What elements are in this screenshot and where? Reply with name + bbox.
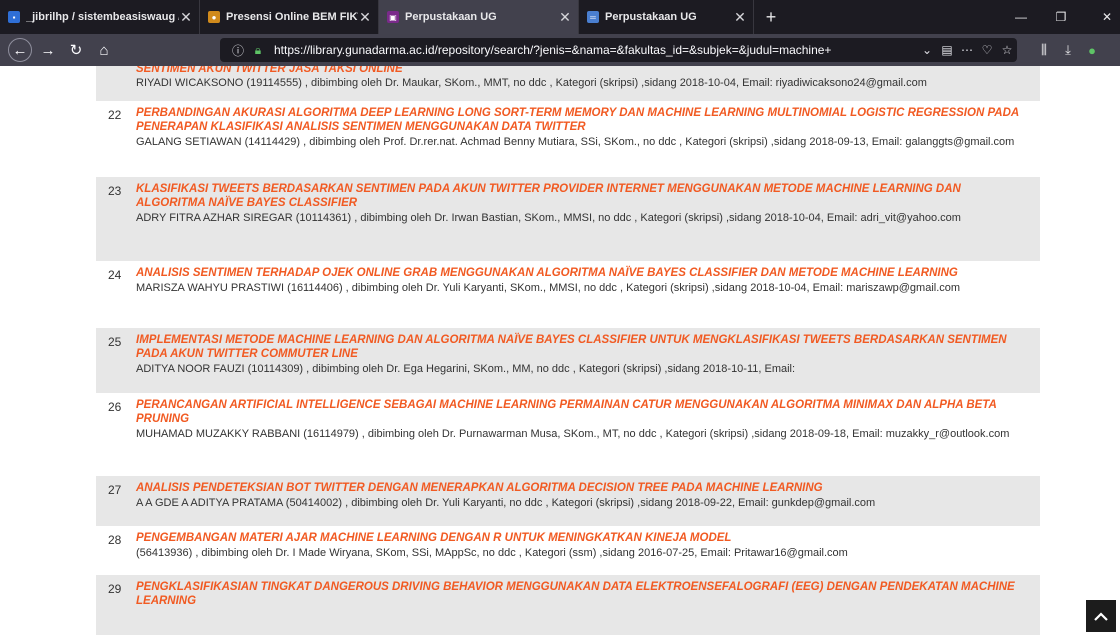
browser-tab-active[interactable]: ▣ Perpustakaan UG ✕: [379, 0, 579, 34]
chevron-up-icon: [1094, 612, 1108, 621]
result-info: ADRY FITRA AZHAR SIREGAR (10114361) , di…: [136, 212, 961, 224]
list-item: 24 ANALISIS SENTIMEN TERHADAP OJEK ONLIN…: [96, 261, 1040, 328]
search-results-list: SENTIMEN AKUN TWITTER JASA TAKSI ONLINE …: [96, 66, 1040, 635]
result-info: ADITYA NOOR FAUZI (10114309) , dibimbing…: [136, 363, 796, 375]
close-tab-icon[interactable]: ✕: [733, 9, 747, 26]
tab-title: Perpustakaan UG: [405, 11, 497, 23]
result-number: 26: [108, 400, 122, 414]
new-tab-icon[interactable]: +: [754, 0, 788, 34]
result-title-link[interactable]: KLASIFIKASI TWEETS BERDASARKAN SENTIMEN …: [136, 182, 1030, 210]
result-title-link[interactable]: PENGKLASIFIKASIAN TINGKAT DANGEROUS DRIV…: [136, 580, 1030, 608]
reload-icon[interactable]: ↻: [64, 38, 88, 62]
browser-tab[interactable]: ═ Perpustakaan UG ✕: [579, 0, 754, 34]
result-number: 23: [108, 184, 122, 198]
page-content: SENTIMEN AKUN TWITTER JASA TAKSI ONLINE …: [0, 66, 1120, 635]
tab-favicon: ▪: [8, 11, 20, 23]
bookmark-star-icon[interactable]: ☆: [997, 43, 1017, 57]
maximize-icon[interactable]: ❐: [1044, 0, 1078, 34]
back-arrow-icon[interactable]: ←: [8, 38, 32, 62]
result-title-link[interactable]: ANALISIS PENDETEKSIAN BOT TWITTER DENGAN…: [136, 481, 1030, 495]
result-number: 25: [108, 335, 122, 349]
result-title-link[interactable]: SENTIMEN AKUN TWITTER JASA TAKSI ONLINE: [136, 66, 1030, 73]
tab-favicon: ▣: [387, 11, 399, 23]
list-item: 26 PERANCANGAN ARTIFICIAL INTELLIGENCE S…: [96, 393, 1040, 476]
home-icon[interactable]: ⌂: [92, 38, 116, 62]
result-number: 28: [108, 533, 122, 547]
close-tab-icon[interactable]: ✕: [179, 9, 193, 26]
dropdown-chevron-icon[interactable]: ⌄: [917, 43, 937, 57]
extension-icon[interactable]: ●: [1082, 43, 1102, 58]
library-icon[interactable]: ⫼: [1034, 42, 1054, 58]
page-actions-icon[interactable]: ⋯: [957, 43, 977, 57]
result-title-link[interactable]: PERANCANGAN ARTIFICIAL INTELLIGENCE SEBA…: [136, 398, 1030, 426]
close-window-icon[interactable]: ✕: [1090, 0, 1120, 34]
address-bar[interactable]: ⓘ 🔒︎ https://library.gunadarma.ac.id/rep…: [220, 38, 1017, 62]
result-info: A A GDE A ADITYA PRATAMA (50414002) , di…: [136, 497, 876, 509]
lock-icon[interactable]: 🔒︎: [248, 43, 268, 58]
result-number: 29: [108, 582, 122, 596]
minimize-icon[interactable]: —: [1004, 0, 1038, 34]
result-title-link[interactable]: PERBANDINGAN AKURASI ALGORITMA DEEP LEAR…: [136, 106, 1030, 134]
result-info: MUHAMAD MUZAKKY RABBANI (16114979) , dib…: [136, 428, 1010, 440]
list-item: 23 KLASIFIKASI TWEETS BERDASARKAN SENTIM…: [96, 177, 1040, 261]
list-item: 25 IMPLEMENTASI METODE MACHINE LEARNING …: [96, 328, 1040, 393]
result-title-link[interactable]: PENGEMBANGAN MATERI AJAR MACHINE LEARNIN…: [136, 531, 1030, 545]
pocket-icon[interactable]: ♡: [977, 43, 997, 57]
browser-tab[interactable]: ▪ _jibrilhp / sistembeasiswaug / ✕: [0, 0, 200, 34]
tab-favicon: ═: [587, 11, 599, 23]
downloads-icon[interactable]: ⤓: [1058, 42, 1078, 58]
result-number: 22: [108, 108, 122, 122]
list-item: 29 PENGKLASIFIKASIAN TINGKAT DANGEROUS D…: [96, 575, 1040, 635]
browser-tab[interactable]: ● Presensi Online BEM FIKTI ✕: [200, 0, 379, 34]
tab-title: Presensi Online BEM FIKTI: [226, 11, 358, 23]
tab-title: Perpustakaan UG: [605, 11, 697, 23]
result-title-link[interactable]: ANALISIS SENTIMEN TERHADAP OJEK ONLINE G…: [136, 266, 1030, 280]
result-title-link[interactable]: IMPLEMENTASI METODE MACHINE LEARNING DAN…: [136, 333, 1030, 361]
result-info: MARISZA WAHYU PRASTIWI (16114406) , dibi…: [136, 282, 961, 294]
tab-favicon: ●: [208, 11, 220, 23]
result-info: RIYADI WICAKSONO (19114555) , dibimbing …: [136, 77, 927, 89]
reader-view-icon[interactable]: ▤: [937, 43, 957, 57]
result-number: 24: [108, 268, 122, 282]
list-item: 22 PERBANDINGAN AKURASI ALGORITMA DEEP L…: [96, 101, 1040, 177]
list-item: 27 ANALISIS PENDETEKSIAN BOT TWITTER DEN…: [96, 476, 1040, 526]
tab-strip: ▪ _jibrilhp / sistembeasiswaug / ✕ ● Pre…: [0, 0, 1120, 34]
result-info: GALANG SETIAWAN (14114429) , dibimbing o…: [136, 136, 1015, 148]
url-text[interactable]: https://library.gunadarma.ac.id/reposito…: [274, 43, 917, 57]
tab-title: _jibrilhp / sistembeasiswaug /: [26, 11, 179, 23]
close-tab-icon[interactable]: ✕: [558, 9, 572, 26]
list-item: SENTIMEN AKUN TWITTER JASA TAKSI ONLINE …: [96, 66, 1040, 101]
scroll-to-top-button[interactable]: [1086, 600, 1116, 632]
info-icon[interactable]: ⓘ: [228, 42, 248, 59]
list-item: 28 PENGEMBANGAN MATERI AJAR MACHINE LEAR…: [96, 526, 1040, 575]
forward-arrow-icon[interactable]: →: [36, 38, 60, 62]
result-info: (56413936) , dibimbing oleh Dr. I Made W…: [136, 547, 848, 559]
result-number: 27: [108, 483, 122, 497]
close-tab-icon[interactable]: ✕: [358, 9, 372, 26]
